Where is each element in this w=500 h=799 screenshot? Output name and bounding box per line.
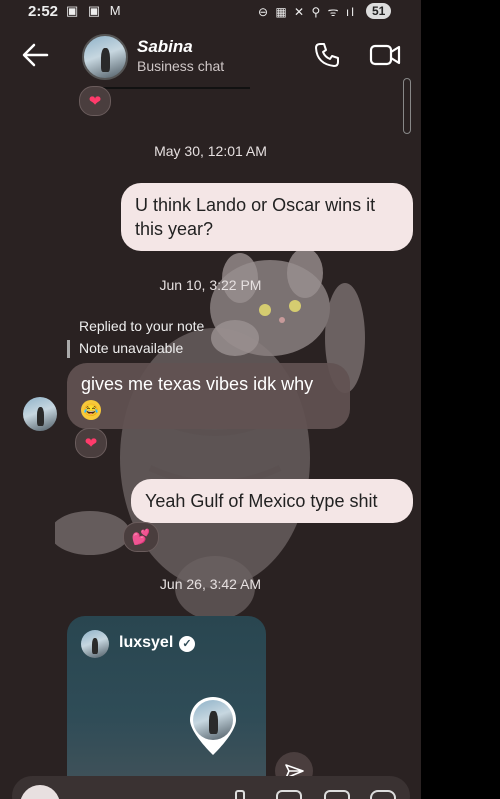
- notification-icons: ▣ ▣ M: [66, 3, 124, 18]
- verified-badge-icon: ✓: [179, 636, 195, 652]
- contact-avatar[interactable]: [82, 34, 128, 80]
- gallery-icon[interactable]: [276, 790, 302, 799]
- shared-post-card[interactable]: luxsyel ✓: [67, 616, 266, 799]
- heart-reaction[interactable]: ❤: [79, 86, 111, 116]
- reply-label: Replied to your note: [79, 318, 205, 334]
- sticker-icon[interactable]: [324, 790, 350, 799]
- video-icon[interactable]: [369, 41, 401, 69]
- timestamp: Jun 10, 3:22 PM: [159, 277, 262, 293]
- sender-avatar[interactable]: [23, 397, 57, 431]
- heart-icon: ❤: [88, 93, 102, 110]
- add-icon[interactable]: [370, 790, 396, 799]
- outgoing-message[interactable]: U think Lando or Oscar wins it this year…: [121, 183, 413, 251]
- outgoing-message[interactable]: Yeah Gulf of Mexico type shit: [131, 479, 413, 523]
- heart-reaction[interactable]: ❤: [75, 428, 107, 458]
- status-bar: 2:52 ▣ ▣ M ⊖ ▦ ✕ ⚲ ᯤ ıl 51: [0, 0, 421, 24]
- contact-name[interactable]: Sabina: [137, 37, 193, 57]
- post-username: luxsyel: [119, 634, 174, 651]
- reply-quoted-note: Note unavailable: [79, 340, 184, 356]
- heart-icon: ❤: [84, 435, 98, 452]
- chat-header: Sabina Business chat: [0, 26, 421, 86]
- scrollbar[interactable]: [403, 78, 411, 134]
- post-author-avatar: [81, 630, 109, 658]
- timestamp: May 30, 12:01 AM: [154, 143, 267, 159]
- two-hearts-icon: 💕: [131, 529, 151, 546]
- chat-subtitle: Business chat: [137, 58, 225, 74]
- timestamp: Jun 26, 3:42 AM: [159, 576, 262, 592]
- chat-screen: 2:52 ▣ ▣ M ⊖ ▦ ✕ ⚲ ᯤ ıl 51 Sabina Busine…: [0, 0, 421, 799]
- phone-icon[interactable]: [313, 41, 341, 69]
- back-arrow-icon[interactable]: [20, 40, 50, 70]
- system-icons: ⊖ ▦ ✕ ⚲ ᯤ ıl: [258, 5, 356, 19]
- incoming-message-text: gives me texas vibes idk why: [81, 374, 314, 394]
- battery-indicator: 51: [366, 3, 392, 19]
- laughing-emoji-icon: 😂: [81, 400, 101, 420]
- microphone-icon[interactable]: [235, 790, 245, 799]
- incoming-message[interactable]: gives me texas vibes idk why 😂: [67, 363, 350, 429]
- status-time: 2:52: [28, 3, 59, 20]
- message-composer[interactable]: [12, 776, 410, 799]
- screen-margin: [421, 0, 500, 799]
- reply-indicator-bar: [67, 340, 70, 358]
- two-hearts-reaction[interactable]: 💕: [123, 522, 159, 552]
- pin-avatar: [193, 700, 233, 740]
- header-divider: [100, 87, 250, 89]
